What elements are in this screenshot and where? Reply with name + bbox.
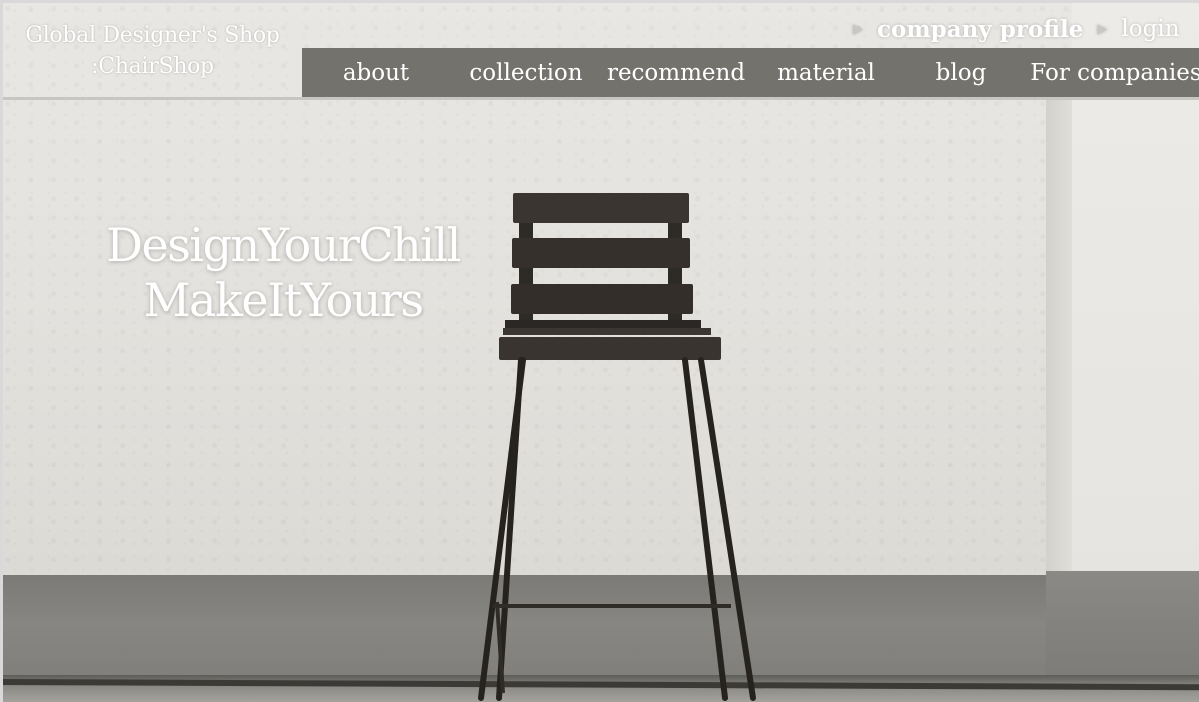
company-profile-link[interactable]: ▶ company profile: [853, 16, 1083, 43]
hero-line-2: MakeItYours: [143, 273, 424, 327]
header-divider: [3, 97, 1199, 100]
nav-collection[interactable]: collection: [469, 48, 582, 97]
nav-blog[interactable]: blog: [936, 48, 987, 97]
top-utility-links: ▶ company profile ▶ login: [853, 9, 1194, 49]
login-label: login: [1121, 16, 1180, 42]
hero-headline: DesignYourChill MakeItYours: [63, 218, 503, 328]
triangle-right-icon: ▶: [1097, 21, 1108, 37]
bar-stool-image: [478, 193, 756, 701]
login-link[interactable]: ▶ login: [1097, 16, 1179, 42]
hero-line-1: DesignYourChill: [106, 218, 461, 272]
logo-line-1: Global Designer's Shop: [25, 23, 280, 48]
triangle-right-icon: ▶: [853, 21, 863, 37]
page: Global Designer's Shop :ChairShop ▶ comp…: [3, 3, 1199, 702]
nav-for-companies[interactable]: For companies: [1030, 48, 1199, 97]
site-logo[interactable]: Global Designer's Shop :ChairShop: [3, 3, 302, 97]
logo-line-2: :ChairShop: [91, 54, 214, 79]
company-profile-label: company profile: [877, 15, 1084, 43]
main-nav: about collection recommend material blog…: [302, 48, 1199, 97]
nav-about[interactable]: about: [343, 48, 409, 97]
baseboard-pillar: [1046, 571, 1199, 686]
nav-recommend[interactable]: recommend: [607, 48, 745, 97]
nav-material[interactable]: material: [777, 48, 875, 97]
